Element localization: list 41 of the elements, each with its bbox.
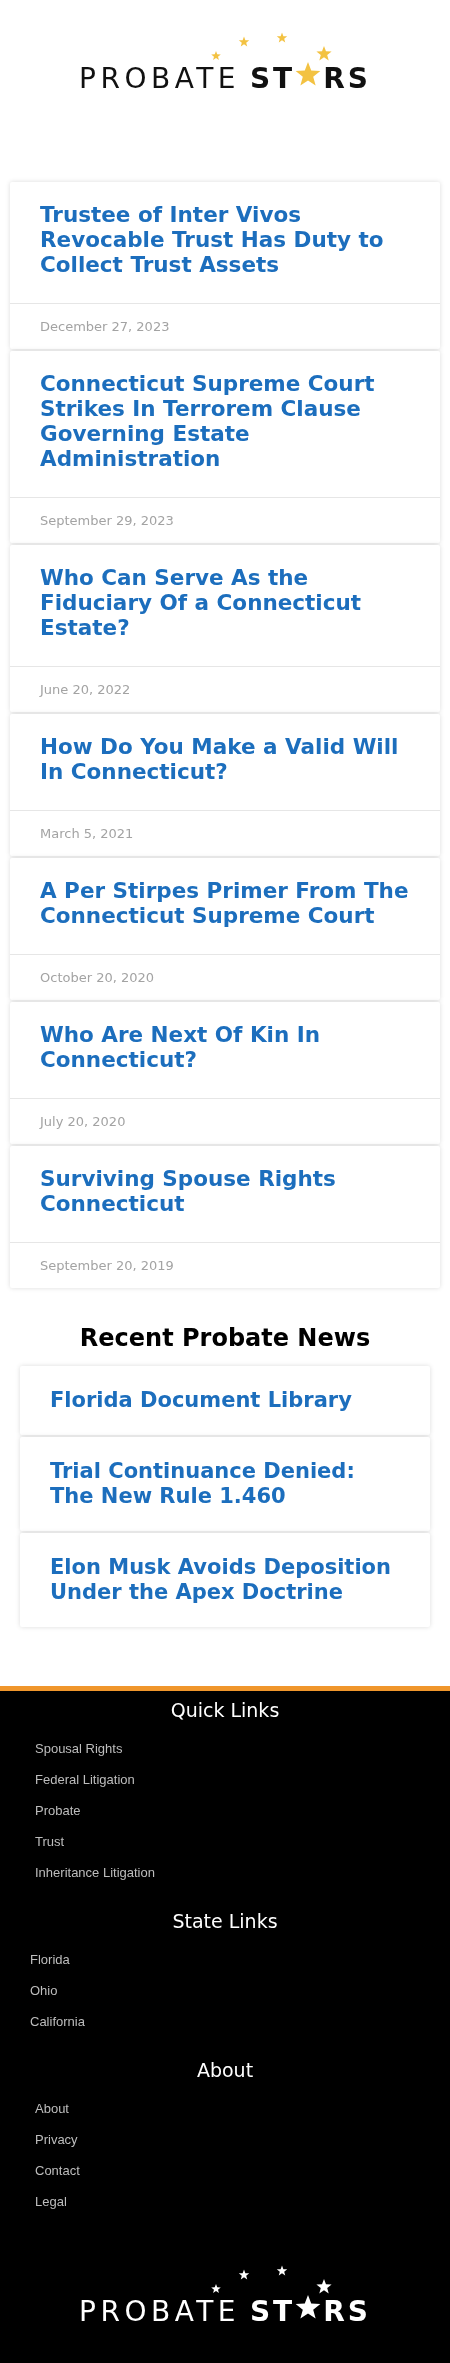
footer-link[interactable]: Florida xyxy=(30,1952,70,1967)
post-date: September 20, 2019 xyxy=(40,1258,174,1273)
news-title-link[interactable]: Elon Musk Avoids Deposition Under the Apex Doctrine xyxy=(50,1555,400,1605)
footer-link[interactable]: Spousal Rights xyxy=(35,1741,123,1756)
star-icon xyxy=(295,2294,322,2321)
footer-heading: State Links xyxy=(171,1910,279,1932)
footer-heading: About xyxy=(195,2059,255,2081)
footer-link[interactable]: Trust xyxy=(35,1834,65,1849)
post-date: July 20, 2020 xyxy=(40,1114,126,1129)
footer-link[interactable]: Federal Litigation xyxy=(35,1772,135,1787)
post-title-link[interactable]: Who Can Serve As the Fiduciary Of a Connecticut Estate? xyxy=(10,545,440,666)
footer-heading: Quick Links xyxy=(169,1699,281,1721)
footer-link[interactable]: California xyxy=(30,2014,85,2029)
post-date: March 5, 2021 xyxy=(40,826,134,841)
post-title-link[interactable]: Surviving Spouse Rights Connecticut xyxy=(10,1146,440,1242)
news-title-link[interactable]: Trial Continuance Denied: The New Rule 1.460 xyxy=(50,1459,400,1509)
post-title-link[interactable]: How Do You Make a Valid Will In Connecticut? xyxy=(10,714,440,810)
logo-wordmark: PROBATE xyxy=(79,62,240,95)
logo-wordmark: PROBATE xyxy=(79,2295,240,2328)
post-date: June 20, 2022 xyxy=(40,682,131,697)
footer-link[interactable]: About xyxy=(35,2101,69,2116)
footer-link[interactable]: Contact xyxy=(35,2163,80,2178)
section-heading: Recent Probate News xyxy=(78,1324,372,1352)
logo-wordmark: ST xyxy=(249,2295,296,2328)
post-title-link[interactable]: Connecticut Supreme Court Strikes In Terrorem Clause Governing Estate Administration xyxy=(10,351,440,497)
logo-wordmark: RS xyxy=(323,62,371,95)
footer-link[interactable]: Inheritance Litigation xyxy=(35,1865,155,1880)
post-date: September 29, 2023 xyxy=(40,513,174,528)
post-title-link[interactable]: A Per Stirpes Primer From The Connecticut Supreme Court xyxy=(10,858,440,954)
star-icon xyxy=(295,61,322,88)
post-date: December 27, 2023 xyxy=(40,319,170,334)
footer-link[interactable]: Ohio xyxy=(30,1983,58,1998)
news-title-link[interactable]: Florida Document Library xyxy=(50,1388,400,1413)
post-date: October 20, 2020 xyxy=(40,970,155,985)
logo-wordmark: RS xyxy=(323,2295,371,2328)
logo-wordmark: ST xyxy=(249,62,296,95)
footer-link[interactable]: Privacy xyxy=(35,2132,78,2147)
footer-link[interactable]: Probate xyxy=(35,1803,81,1818)
post-title-link[interactable]: Trustee of Inter Vivos Revocable Trust Has Duty to Collect Trust Assets xyxy=(10,182,440,303)
post-title-link[interactable]: Who Are Next Of Kin In Connecticut? xyxy=(10,1002,440,1098)
footer-link[interactable]: Legal xyxy=(35,2194,67,2209)
